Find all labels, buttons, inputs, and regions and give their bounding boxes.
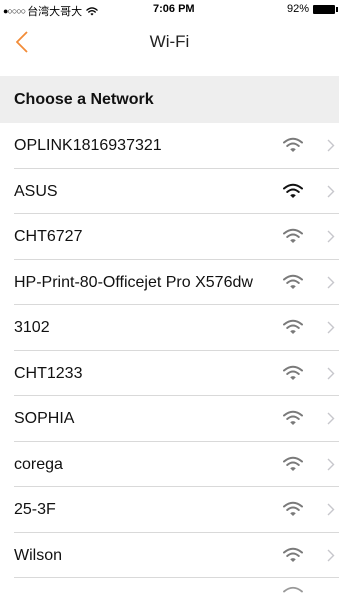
signal-strength-indicator: ●○○○○ (3, 6, 26, 16)
wifi-icon (283, 365, 303, 380)
chevron-right-icon (327, 503, 335, 516)
status-time: 7:06 PM (153, 3, 195, 15)
network-name: SOPHIA (14, 410, 75, 427)
wifi-status-icon (86, 6, 98, 16)
network-row[interactable]: CHT6727 (14, 214, 339, 260)
carrier-name: 台湾大哥大 (27, 6, 83, 18)
network-name: OPLINK1816937321 (14, 137, 162, 154)
wifi-icon (283, 501, 303, 516)
chevron-right-icon (327, 185, 335, 197)
chevron-right-icon (327, 230, 335, 243)
network-row[interactable]: corega (14, 442, 339, 487)
page-title: Wi-Fi (149, 32, 190, 51)
chevron-right-icon (327, 139, 335, 152)
navigation-bar: Wi-Fi (0, 20, 339, 64)
battery-percentage: 92% (286, 3, 309, 15)
network-name: 25-3F (14, 501, 56, 518)
network-row[interactable]: 25-3F (14, 487, 339, 533)
status-left: ●○○○○ 台湾大哥大 (3, 3, 98, 19)
chevron-right-icon (327, 321, 335, 334)
wifi-icon (283, 319, 303, 334)
wifi-icon (283, 547, 303, 562)
network-row[interactable]: HP-Print-80-Officejet Pro X576dw (14, 260, 339, 305)
network-name: 3102 (14, 319, 50, 336)
status-right: 92% (286, 3, 338, 15)
status-bar: ●○○○○ 台湾大哥大 7:06 PM 92% (0, 0, 339, 20)
network-list: OPLINK1816937321 ASUS CHT6727 HP-Print-80-O… (0, 123, 339, 578)
wifi-icon (283, 586, 303, 593)
network-name: corega (14, 455, 63, 473)
wifi-icon (283, 183, 303, 198)
network-row[interactable]: CHT1233 (14, 351, 339, 396)
network-name: CHT1233 (14, 364, 83, 382)
battery-icon (313, 4, 338, 14)
wifi-icon (283, 410, 303, 425)
section-header: Choose a Network (0, 76, 339, 123)
chevron-right-icon (327, 458, 335, 470)
network-name: Wilson (14, 546, 63, 564)
network-row[interactable]: Wilson (14, 533, 339, 578)
wifi-icon (283, 274, 303, 289)
chevron-right-icon (327, 276, 335, 288)
network-name: ASUS (14, 182, 58, 200)
wifi-icon (283, 137, 303, 152)
network-row[interactable]: OPLINK1816937321 (14, 123, 339, 169)
chevron-right-icon (327, 549, 335, 561)
network-name: HP-Print-80-Officejet Pro X576dw (14, 273, 253, 291)
partially-visible-network-row[interactable] (0, 578, 339, 599)
network-row[interactable]: SOPHIA (14, 396, 339, 442)
network-row[interactable]: 3102 (14, 305, 339, 351)
network-row[interactable]: ASUS (14, 169, 339, 214)
chevron-right-icon (327, 367, 335, 379)
wifi-icon (283, 228, 303, 243)
network-name: CHT6727 (14, 228, 83, 245)
wifi-icon (283, 456, 303, 471)
chevron-right-icon (327, 412, 335, 425)
